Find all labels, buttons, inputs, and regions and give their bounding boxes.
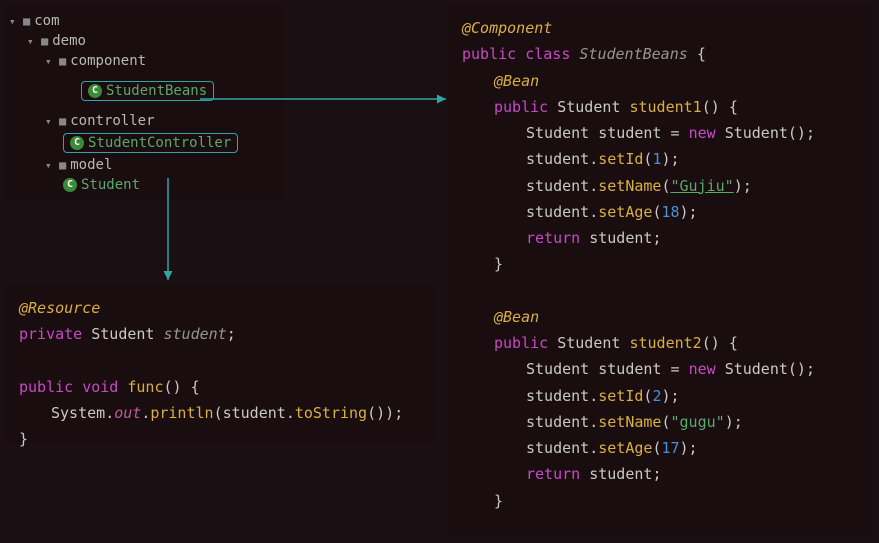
folder-icon: ■: [59, 114, 66, 128]
code-snippet-beans: @Component public class StudentBeans { @…: [448, 5, 873, 535]
tree-item-component[interactable]: ▾ ■ component: [9, 51, 281, 71]
tree-item-controller[interactable]: ▾ ■ controller: [9, 111, 281, 131]
tree-item-com[interactable]: ▾ ■ com: [9, 11, 281, 31]
folder-icon: ■: [59, 158, 66, 172]
tree-item-demo[interactable]: ▾ ■ demo: [9, 31, 281, 51]
chevron-down-icon: ▾: [45, 55, 59, 68]
tree-label: Student: [81, 177, 140, 193]
annotation: @Resource: [19, 299, 100, 317]
class-icon: C: [70, 136, 84, 150]
tree-label: component: [70, 53, 146, 69]
tree-item-studentbeans[interactable]: C StudentBeans: [9, 79, 281, 103]
tree-label: model: [70, 157, 112, 173]
tree-label: StudentController: [88, 135, 231, 151]
tree-label: demo: [52, 33, 86, 49]
project-tree: ▾ ■ com ▾ ■ demo ▾ ■ component C Student…: [5, 5, 285, 201]
tree-label: controller: [70, 113, 154, 129]
code-snippet-controller: @Resource private Student student; publi…: [5, 285, 435, 445]
chevron-down-icon: ▾: [9, 15, 23, 28]
chevron-down-icon: ▾: [27, 35, 41, 48]
chevron-down-icon: ▾: [45, 159, 59, 172]
annotation: @Component: [462, 19, 552, 37]
tree-label: com: [34, 13, 59, 29]
folder-icon: ■: [59, 54, 66, 68]
folder-icon: ■: [23, 14, 30, 28]
class-icon: C: [63, 178, 77, 192]
chevron-down-icon: ▾: [45, 115, 59, 128]
tree-label: StudentBeans: [106, 83, 207, 99]
tree-item-model[interactable]: ▾ ■ model: [9, 155, 281, 175]
tree-item-studentcontroller[interactable]: C StudentController: [9, 131, 281, 155]
class-icon: C: [88, 84, 102, 98]
tree-item-student[interactable]: C Student: [9, 175, 281, 195]
folder-icon: ■: [41, 34, 48, 48]
